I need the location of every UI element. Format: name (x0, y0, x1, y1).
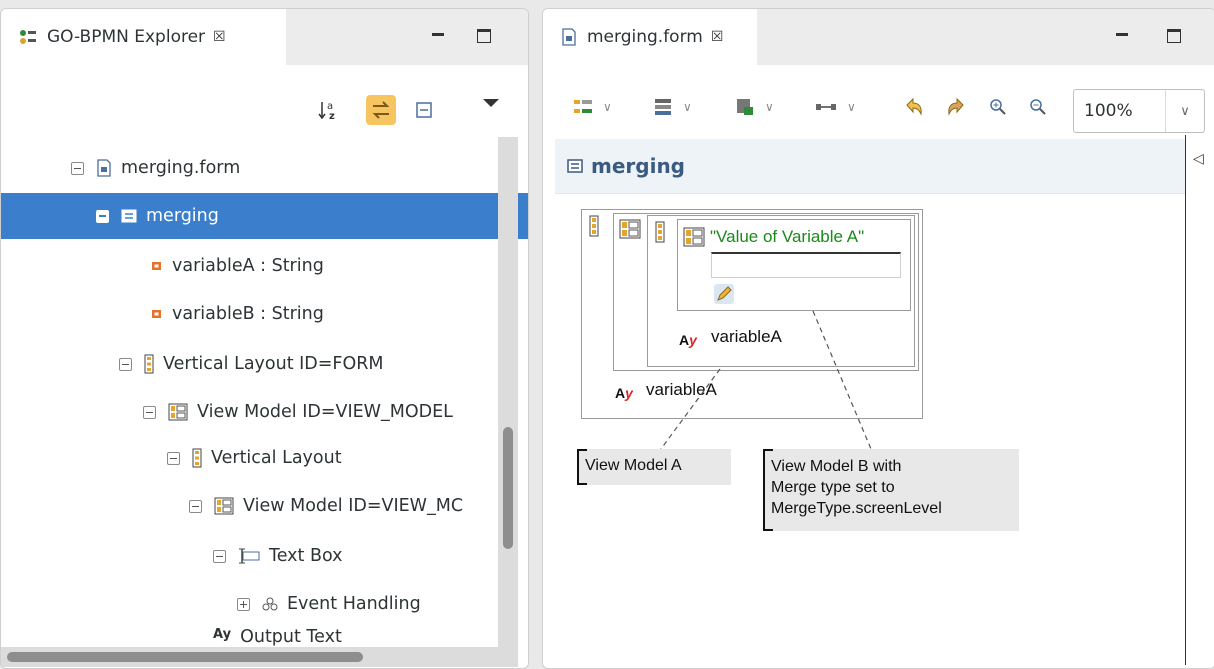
form-icon (121, 208, 137, 224)
text-box-icon (238, 547, 260, 565)
callout-text-line: View Model B with (771, 458, 902, 475)
tree-item-variable-b[interactable]: variableB : String (1, 291, 528, 337)
tree-item-variable-a[interactable]: variableA : String (1, 243, 528, 289)
tree-item-label: merging.form (121, 158, 241, 178)
callout-text-line: MergeType.screenLevel (771, 500, 942, 517)
collapse-icon[interactable] (189, 499, 202, 513)
form-file-icon (96, 159, 112, 177)
explorer-tab[interactable]: GO-BPMN Explorer ☒ (1, 9, 286, 65)
collapse-icon[interactable] (96, 209, 109, 223)
tree-item-merging[interactable]: merging (1, 193, 528, 239)
explorer-view: GO-BPMN Explorer ☒ a z merging.form merg… (0, 8, 529, 669)
collapse-icon[interactable] (213, 549, 226, 563)
collapse-icon[interactable] (119, 357, 132, 371)
tree-item-merging-form[interactable]: merging.form (1, 145, 528, 191)
tree-item-label: Vertical Layout ID=FORM (163, 354, 384, 374)
close-icon[interactable]: ☒ (213, 29, 226, 45)
connector-view-model-a (657, 368, 721, 454)
tree-item-view-model[interactable]: View Model ID=VIEW_MODEL (1, 389, 528, 435)
variable-icon (151, 308, 163, 320)
tree-item-label: View Model ID=VIEW_MC (243, 496, 464, 516)
link-with-editor-icon[interactable] (366, 95, 396, 125)
tree-item-vertical-layout-form[interactable]: Vertical Layout ID=FORM (1, 341, 528, 387)
scrollbar-thumb[interactable] (7, 652, 363, 662)
callout-bracket (763, 449, 773, 531)
go-bpmn-explorer-icon (19, 29, 37, 45)
tree-item-label: Vertical Layout (211, 448, 342, 468)
tree-item-label: Output Text (240, 627, 342, 647)
tree-item-view-model-nested[interactable]: View Model ID=VIEW_MC (1, 483, 528, 529)
output-text-icon: Ay (213, 627, 232, 642)
tree-item-label: Text Box (269, 546, 343, 566)
tree-item-label: merging (146, 206, 219, 226)
vertical-scrollbar[interactable] (498, 137, 518, 647)
callout-text: View Model A (585, 457, 682, 474)
view-model-icon (214, 497, 234, 515)
expand-icon[interactable] (237, 597, 250, 611)
view-model-a-callout: View Model A (577, 449, 731, 485)
view-menu-icon[interactable] (483, 99, 499, 107)
form-editor: merging.form ☒ ∨ ∨ ∨ ∨ 100% ∨ merging ◁ … (542, 8, 1214, 669)
explorer-tab-title: GO-BPMN Explorer (47, 27, 206, 47)
collapse-icon[interactable] (167, 451, 180, 465)
minimize-icon[interactable] (431, 29, 445, 43)
view-model-icon (168, 403, 188, 421)
collapse-icon[interactable] (143, 405, 156, 419)
vertical-layout-icon (192, 448, 202, 468)
tree-item-output-text[interactable]: Ay Output Text (1, 627, 528, 649)
collapse-icon[interactable] (71, 161, 84, 175)
horizontal-scrollbar[interactable] (1, 647, 518, 667)
tree-item-label: variableA : String (172, 256, 324, 276)
scrollbar-thumb[interactable] (503, 427, 513, 549)
tree-item-text-box[interactable]: Text Box (1, 533, 528, 579)
sort-alphabetical-icon[interactable]: a z (314, 95, 344, 125)
callout-connectors (657, 310, 872, 454)
svg-text:z: z (329, 111, 335, 121)
collapse-all-icon[interactable] (409, 95, 439, 125)
view-model-b-callout: View Model B with Merge type set to Merg… (763, 449, 1019, 531)
vertical-layout-icon (144, 354, 154, 374)
tree-item-label: variableB : String (172, 304, 324, 324)
tree-item-label: View Model ID=VIEW_MODEL (197, 402, 453, 422)
variable-icon (151, 260, 163, 272)
connector-view-model-b (812, 310, 872, 450)
maximize-icon[interactable] (477, 29, 491, 43)
event-handling-icon (262, 597, 278, 611)
tree-item-vertical-layout[interactable]: Vertical Layout (1, 435, 528, 481)
tree-item-label: Event Handling (287, 594, 421, 614)
tree-item-event-handling[interactable]: Event Handling (1, 581, 528, 627)
callout-text-line: Merge type set to (771, 479, 895, 496)
callout-bracket (577, 449, 587, 485)
